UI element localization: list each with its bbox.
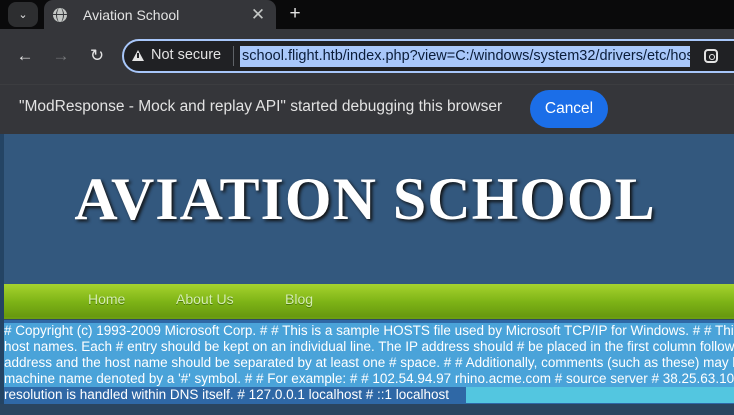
nav-link-about-us[interactable]: About Us — [176, 291, 234, 307]
globe-icon — [53, 7, 67, 22]
warning-icon — [132, 49, 144, 61]
infobar-message: "ModResponse - Mock and replay API" star… — [19, 98, 503, 115]
site-title: AVIATION SCHOOL — [74, 166, 656, 232]
hosts-line: host names. Each # entry should be kept … — [4, 339, 734, 355]
address-divider — [233, 46, 234, 66]
new-tab-button[interactable]: + — [284, 2, 306, 26]
debugging-infobar: "ModResponse - Mock and replay API" star… — [0, 84, 734, 134]
hosts-line: address and the host name should be sepa… — [4, 355, 734, 371]
security-label: Not secure — [151, 47, 222, 63]
site-nav: Home About Us Blog — [4, 284, 734, 319]
address-bar[interactable]: Not secure school.flight.htb/index.php?v… — [122, 39, 734, 73]
tab-close-button[interactable]: ✕ — [248, 5, 268, 25]
browser-toolbar: ← → ↻ Not secure school.flight.htb/index… — [0, 29, 734, 84]
url-text[interactable]: school.flight.htb/index.php?view=C:/wind… — [240, 46, 690, 67]
selection-highlight — [466, 387, 734, 403]
hosts-line: machine name denoted by a '#' symbol. # … — [4, 371, 734, 387]
nav-link-blog[interactable]: Blog — [285, 291, 313, 307]
hosts-line: # Copyright (c) 1993-2009 Microsoft Corp… — [4, 323, 734, 339]
tab-title: Aviation School — [83, 6, 180, 23]
forward-button[interactable]: → — [50, 45, 72, 67]
cancel-button[interactable]: Cancel — [530, 90, 608, 128]
nav-link-home[interactable]: Home — [88, 291, 125, 307]
google-lens-icon[interactable] — [704, 49, 718, 63]
web-page: AVIATION SCHOOL Home About Us Blog # Cop… — [0, 134, 734, 415]
reload-button[interactable]: ↻ — [86, 45, 108, 67]
tab-strip: ⌄ Aviation School ✕ + — [0, 0, 734, 29]
tab-search-dropdown-button[interactable]: ⌄ — [8, 2, 38, 27]
back-button[interactable]: ← — [14, 45, 36, 67]
security-chip[interactable]: Not secure — [132, 47, 221, 63]
active-tab[interactable]: Aviation School ✕ — [44, 0, 276, 29]
hosts-line: resolution is handled within DNS itself.… — [4, 387, 450, 402]
page-bottom-bar — [0, 404, 734, 415]
chevron-down-icon: ⌄ — [18, 9, 28, 21]
